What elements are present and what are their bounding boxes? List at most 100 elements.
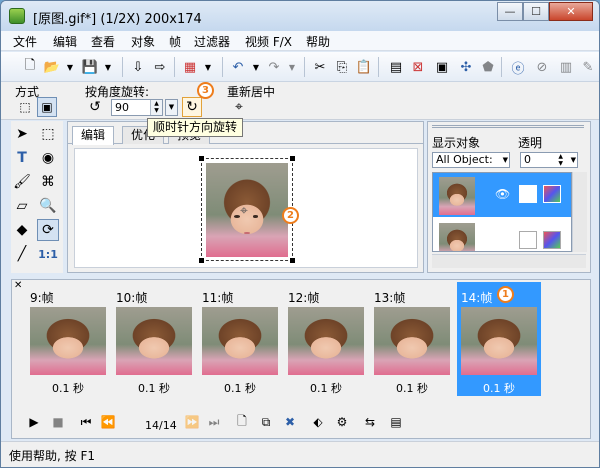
image-icon[interactable]: ▤ [387, 58, 405, 76]
menu-object[interactable]: 对象 [131, 33, 155, 50]
rotate-ccw-icon[interactable]: ↺ [85, 97, 105, 117]
duplicate-frame-icon[interactable]: ⧉ [257, 413, 275, 431]
save-icon[interactable]: 💾 [81, 58, 99, 76]
menu-help[interactable]: 帮助 [306, 33, 330, 50]
lasso-icon[interactable]: ⌘ [37, 171, 59, 193]
first-frame-icon[interactable]: ⏮ [77, 413, 95, 431]
select-tool-icon[interactable]: ➤ [11, 123, 33, 145]
maximize-button[interactable]: ☐ [523, 2, 549, 21]
color-swatch[interactable] [543, 231, 561, 249]
save-dropdown-icon[interactable]: ▼ [99, 58, 117, 76]
last-frame-icon[interactable]: ⏭ [205, 413, 223, 431]
new-frame-icon[interactable]: 🗋 [233, 413, 251, 431]
text-tool-icon[interactable]: T [11, 147, 33, 169]
pause-icon[interactable]: ▥ [557, 58, 575, 76]
eraser-icon[interactable]: ▱ [11, 195, 33, 217]
transition-icon[interactable]: ⇆ [361, 413, 379, 431]
lock-box[interactable] [519, 185, 537, 203]
delete-icon[interactable]: ⊠ [409, 58, 427, 76]
menu-view[interactable]: 查看 [91, 33, 115, 50]
pen-icon[interactable]: ✎ [579, 58, 597, 76]
frame-tile[interactable]: 11:帧 0.1 秒 [198, 282, 282, 396]
redo-icon[interactable]: ↷ [265, 58, 283, 76]
frame-delay[interactable]: 0.1 秒 [198, 380, 282, 396]
frame-tile[interactable]: 9:帧 0.1 秒 [26, 282, 110, 396]
undo-dropdown-icon[interactable]: ▼ [247, 58, 265, 76]
rotate-cw-icon[interactable]: ↻ [182, 97, 202, 117]
lock-box[interactable] [519, 231, 537, 249]
redo-dropdown-icon[interactable]: ▼ [283, 58, 301, 76]
color-swatch[interactable] [543, 185, 561, 203]
opacity-spinner[interactable]: ▲ ▼ [558, 153, 563, 167]
resize-handle[interactable] [199, 156, 204, 161]
eyedropper-icon[interactable]: ╱ [11, 243, 33, 265]
angle-input[interactable]: 90 ▲ ▼ [111, 99, 163, 116]
frame-tile[interactable]: 12:帧 0.1 秒 [284, 282, 368, 396]
tween-icon[interactable]: ⬖ [309, 413, 327, 431]
frame-delay[interactable]: 0.1 秒 [370, 380, 454, 396]
fill-icon[interactable]: ◆ [11, 219, 33, 241]
browser-icon[interactable]: ⓔ [509, 58, 527, 77]
export-frame-icon[interactable]: ▤ [387, 413, 405, 431]
expand-icon[interactable]: ✣ [457, 58, 475, 76]
close-button[interactable]: ✕ [549, 2, 593, 21]
selection-frame[interactable]: ⌖ 2 [199, 156, 299, 263]
export-icon[interactable]: ⇨ [151, 58, 169, 76]
frame-tile[interactable]: 13:帧 0.1 秒 [370, 282, 454, 396]
open-icon[interactable]: 📂 [43, 58, 61, 76]
frame-delay[interactable]: 0.1 秒 [112, 380, 196, 396]
share-icon[interactable]: ⬟ [479, 58, 497, 76]
next-frame-icon[interactable]: ⏩ [183, 413, 201, 431]
previous-frame-icon[interactable]: ⏪ [99, 413, 117, 431]
layer-row[interactable]: 👁 [433, 173, 571, 217]
frame-icon[interactable]: ▣ [433, 58, 451, 76]
cancel-icon[interactable]: ⊘ [533, 58, 551, 76]
frame-delay[interactable]: 0.1 秒 [284, 380, 368, 396]
tab-edit[interactable]: 编辑 [72, 126, 115, 145]
stop-icon[interactable]: ■ [49, 413, 67, 431]
import-icon[interactable]: ⇩ [129, 58, 147, 76]
resize-handle[interactable] [199, 258, 204, 263]
frame-delay[interactable]: 0.1 秒 [26, 380, 110, 396]
magnify-icon[interactable]: 🔍 [37, 195, 59, 217]
resize-handle[interactable] [290, 258, 295, 263]
display-objects-select[interactable]: All Object: ▼ [432, 152, 510, 168]
menu-edit[interactable]: 编辑 [53, 33, 77, 50]
new-icon[interactable]: 🗋 [21, 58, 39, 76]
cut-icon[interactable]: ✂ [311, 58, 329, 76]
layer-row[interactable] [433, 219, 571, 251]
eye-icon[interactable]: 👁 [495, 187, 510, 201]
fit-mode-icon[interactable]: ⬚ [15, 97, 35, 117]
recenter-icon[interactable]: ⌖ [229, 97, 249, 117]
menu-file[interactable]: 文件 [13, 33, 37, 50]
angle-dropdown[interactable]: ▼ [165, 99, 178, 116]
frame-tile[interactable]: 10:帧 0.1 秒 [112, 282, 196, 396]
play-icon[interactable]: ▶ [25, 413, 43, 431]
opacity-input[interactable]: 0 ▲ ▼ ▼ [520, 152, 578, 168]
brush-icon[interactable]: 🖌 [11, 171, 33, 193]
color-icon[interactable]: ▦ [181, 58, 199, 76]
close-panel-icon[interactable]: ✕ [14, 280, 22, 291]
actual-size-icon[interactable]: 1:1 [37, 243, 59, 265]
resize-handle[interactable] [290, 156, 295, 161]
play-object-icon[interactable]: ◉ [37, 147, 59, 169]
frame-properties-icon[interactable]: ⚙ [333, 413, 351, 431]
copy-icon[interactable]: ⎘ [333, 58, 351, 76]
menu-video-fx[interactable]: 视频 F/X [245, 33, 292, 50]
undo-icon[interactable]: ↶ [229, 58, 247, 76]
frame-tile-selected[interactable]: 14:帧 1 0.1 秒 [457, 282, 541, 396]
menu-frame[interactable]: 帧 [169, 33, 181, 50]
minimize-button[interactable]: — [497, 2, 523, 21]
rotate-tool-icon[interactable]: ⟳ [37, 219, 59, 241]
paste-icon[interactable]: 📋 [355, 58, 373, 76]
frame-delay[interactable]: 0.1 秒 [457, 380, 541, 396]
frame-mode-icon[interactable]: ▣ [37, 97, 57, 117]
menu-filter[interactable]: 过滤器 [194, 33, 230, 50]
layer-hscrollbar[interactable] [432, 254, 586, 268]
color-dropdown-icon[interactable]: ▼ [199, 58, 217, 76]
open-dropdown-icon[interactable]: ▼ [61, 58, 79, 76]
angle-spinner[interactable]: ▲ ▼ [150, 100, 162, 115]
delete-frame-icon[interactable]: ✖ [281, 413, 299, 431]
layer-scrollbar[interactable] [572, 172, 587, 252]
object-select-icon[interactable]: ⬚ [37, 123, 59, 145]
